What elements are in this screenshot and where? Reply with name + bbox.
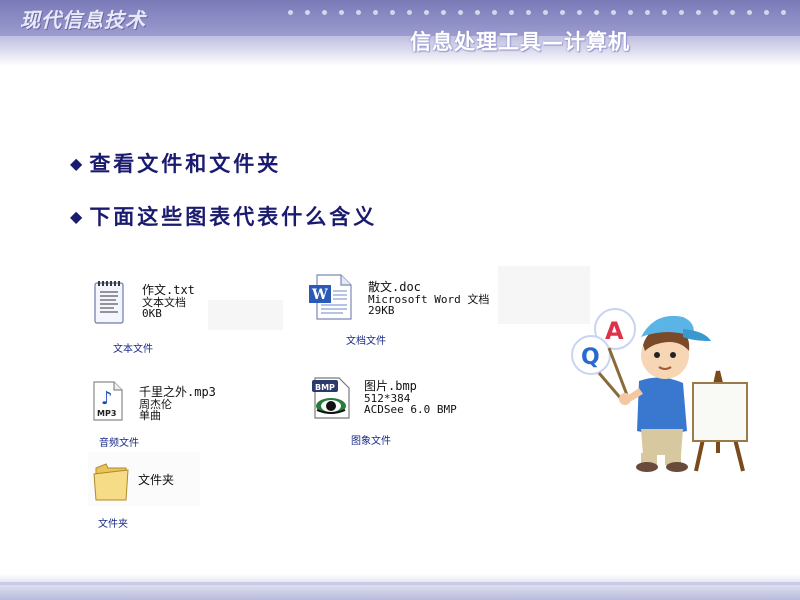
file-type: ACDSee 6.0 BMP [364, 403, 457, 416]
word-document-icon: W [307, 273, 355, 325]
file-details: 散文.doc Microsoft Word 文档 29KB [368, 281, 489, 317]
file-details: 文件夹 [138, 474, 174, 487]
footer-band [0, 574, 800, 600]
image-file-icon: BMP [309, 376, 353, 424]
file-size: 0KB [142, 307, 162, 320]
audio-file-icon: ♪ MP3 [90, 380, 126, 426]
caption-image-file: 图象文件 [351, 436, 391, 447]
file-details: 图片.bmp 512*384 ACDSee 6.0 BMP [364, 380, 457, 416]
svg-text:♪: ♪ [101, 388, 113, 409]
file-size: 29KB [368, 304, 395, 317]
header-band: 现代信息技术 信息处理工具—计算机 [0, 0, 800, 66]
caption-folder: 文件夹 [98, 519, 128, 530]
file-details: 作文.txt 文本文档 0KB [142, 284, 195, 320]
header-dots [288, 10, 800, 16]
svg-text:A: A [605, 317, 624, 345]
bullet-view-files: ◆ 查看文件和文件夹 [70, 148, 281, 178]
background-panel [208, 300, 283, 330]
header-subtitle: 信息处理工具—计算机 [410, 30, 630, 54]
diamond-bullet-icon: ◆ [70, 206, 86, 226]
folder-name: 文件夹 [138, 473, 175, 487]
svg-text:W: W [311, 287, 328, 303]
bullet-text: 查看文件和文件夹 [89, 151, 282, 176]
caption-document-file: 文档文件 [346, 336, 386, 347]
text-document-icon [92, 280, 126, 330]
bullet-icon-meaning: ◆ 下面这些图表代表什么含义 [70, 201, 377, 231]
file-kind: 单曲 [139, 409, 161, 422]
folder-icon [92, 458, 132, 506]
caption-text-file: 文本文件 [113, 344, 153, 355]
brand-title: 现代信息技术 [20, 8, 146, 32]
diamond-bullet-icon: ◆ [70, 153, 86, 173]
file-details: 千里之外.mp3 周杰伦 单曲 [139, 386, 216, 422]
bullet-text: 下面这些图表代表什么含义 [89, 204, 378, 229]
caption-audio-file: 音频文件 [99, 438, 139, 449]
boy-with-easel-illustration: A Q [565, 303, 755, 483]
svg-text:BMP: BMP [315, 383, 335, 392]
footer-stripe [0, 582, 800, 585]
svg-text:Q: Q [581, 345, 600, 370]
svg-text:MP3: MP3 [97, 409, 116, 418]
